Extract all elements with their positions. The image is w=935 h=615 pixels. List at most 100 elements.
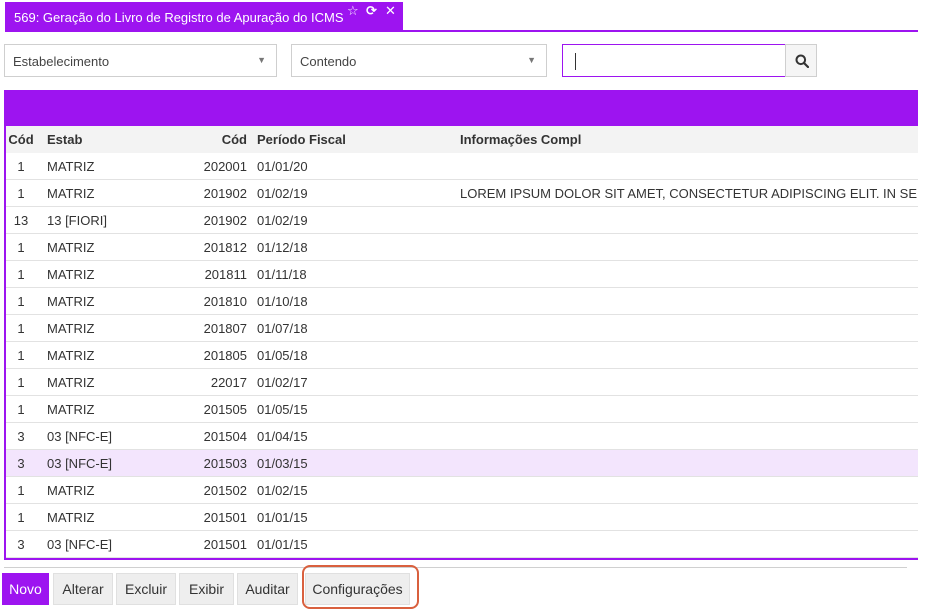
table-row[interactable]: 1 MATRIZ 201805 01/05/18 — [6, 342, 918, 369]
auditar-button[interactable]: Auditar — [237, 573, 298, 605]
chevron-down-icon: ▼ — [257, 55, 266, 65]
row-periodo-fiscal: 01/05/15 — [257, 402, 308, 417]
row-cod-periodo: 201812 — [203, 240, 247, 255]
row-periodo-fiscal: 01/12/18 — [257, 240, 308, 255]
row-cod: 3 — [17, 429, 25, 444]
row-periodo-fiscal: 01/10/18 — [257, 294, 308, 309]
row-periodo-fiscal: 01/03/15 — [257, 456, 308, 471]
text-cursor — [575, 53, 576, 70]
row-periodo-fiscal: 01/01/15 — [257, 537, 308, 552]
table-row[interactable]: 1 MATRIZ 201505 01/05/15 — [6, 396, 918, 423]
row-cod: 1 — [17, 294, 25, 309]
row-periodo-fiscal: 01/02/19 — [257, 213, 308, 228]
field-select-value: Estabelecimento — [13, 54, 110, 69]
favorite-star-icon[interactable]: ☆ — [347, 3, 359, 19]
row-estab: MATRIZ — [47, 186, 95, 201]
row-cod-periodo: 201810 — [203, 294, 247, 309]
table-row[interactable]: 1 MATRIZ 201807 01/07/18 — [6, 315, 918, 342]
novo-button[interactable]: Novo — [2, 573, 49, 605]
row-cod: 1 — [17, 159, 25, 174]
close-icon[interactable]: ✕ — [385, 3, 396, 19]
row-cod: 1 — [17, 186, 25, 201]
table-row[interactable]: 3 03 [NFC-E] 201503 01/03/15 — [6, 450, 918, 477]
row-cod: 1 — [17, 510, 25, 525]
col-header-informacoes[interactable]: Informações Compl — [460, 132, 581, 147]
grid-toolbar-band — [6, 90, 918, 126]
table-row[interactable]: 1 MATRIZ 202001 01/01/20 — [6, 153, 918, 180]
row-cod-periodo: 201503 — [203, 456, 247, 471]
row-cod: 3 — [17, 537, 25, 552]
row-periodo-fiscal: 01/04/15 — [257, 429, 308, 444]
search-icon — [795, 54, 809, 68]
table-row[interactable]: 1 MATRIZ 201811 01/11/18 — [6, 261, 918, 288]
search-button[interactable] — [785, 44, 817, 77]
table-row[interactable]: 1 MATRIZ 201501 01/01/15 — [6, 504, 918, 531]
row-cod: 3 — [17, 456, 25, 471]
chevron-down-icon: ▼ — [527, 55, 536, 65]
row-informacoes: LOREM IPSUM DOLOR SIT AMET, CONSECTETUR … — [460, 186, 918, 201]
records-grid: Cód Estab Cód Período Fiscal Informações… — [4, 90, 918, 560]
table-row[interactable]: 3 03 [NFC-E] 201501 01/01/15 — [6, 531, 918, 558]
col-header-cod-periodo[interactable]: Cód — [186, 132, 247, 147]
row-cod: 1 — [17, 240, 25, 255]
row-cod-periodo: 22017 — [210, 375, 247, 390]
row-estab: MATRIZ — [47, 402, 95, 417]
row-estab: MATRIZ — [47, 240, 95, 255]
table-row[interactable]: 1 MATRIZ 201502 01/02/15 — [6, 477, 918, 504]
row-cod: 1 — [17, 348, 25, 363]
exibir-button[interactable]: Exibir — [179, 573, 234, 605]
row-estab: MATRIZ — [47, 375, 95, 390]
operator-select-value: Contendo — [300, 54, 357, 69]
table-row[interactable]: 3 03 [NFC-E] 201504 01/04/15 — [6, 423, 918, 450]
row-cod-periodo: 202001 — [203, 159, 247, 174]
row-periodo-fiscal: 01/11/18 — [257, 267, 307, 282]
refresh-icon[interactable]: ⟳ — [366, 3, 377, 19]
row-cod: 1 — [17, 267, 25, 282]
row-periodo-fiscal: 01/05/18 — [257, 348, 308, 363]
row-estab: 03 [NFC-E] — [47, 537, 113, 552]
row-cod-periodo: 201502 — [203, 483, 247, 498]
row-estab: 03 [NFC-E] — [47, 456, 113, 471]
table-row[interactable]: 1 MATRIZ 201810 01/10/18 — [6, 288, 918, 315]
alterar-button[interactable]: Alterar — [53, 573, 113, 605]
row-periodo-fiscal: 01/07/18 — [257, 321, 308, 336]
row-cod-periodo: 201501 — [203, 537, 247, 552]
row-estab: 13 [FIORI] — [47, 213, 107, 228]
row-estab: 03 [NFC-E] — [47, 429, 113, 444]
row-periodo-fiscal: 01/02/19 — [257, 186, 308, 201]
row-estab: MATRIZ — [47, 267, 95, 282]
row-cod-periodo: 201902 — [203, 213, 247, 228]
row-periodo-fiscal: 01/01/20 — [257, 159, 308, 174]
row-estab: MATRIZ — [47, 348, 95, 363]
row-cod: 13 — [13, 213, 29, 228]
row-cod: 1 — [17, 321, 25, 336]
operator-select[interactable]: Contendo ▼ — [291, 44, 547, 77]
row-cod-periodo: 201501 — [203, 510, 247, 525]
row-cod-periodo: 201504 — [203, 429, 247, 444]
table-row[interactable]: 1 MATRIZ 201902 01/02/19 LOREM IPSUM DOLOR S… — [6, 180, 918, 207]
row-estab: MATRIZ — [47, 294, 95, 309]
row-estab: MATRIZ — [47, 159, 95, 174]
table-row[interactable]: 1 MATRIZ 201812 01/12/18 — [6, 234, 918, 261]
table-row[interactable]: 13 13 [FIORI] 201902 01/02/19 — [6, 207, 918, 234]
col-header-periodo-fiscal[interactable]: Período Fiscal — [257, 132, 346, 147]
row-estab: MATRIZ — [47, 510, 95, 525]
row-cod: 1 — [17, 483, 25, 498]
row-cod-periodo: 201811 — [204, 267, 247, 282]
grid-body: 1 MATRIZ 202001 01/01/20 1 MATRIZ 201902 01/02/… — [6, 153, 918, 558]
table-row[interactable]: 1 MATRIZ 22017 01/02/17 — [6, 369, 918, 396]
field-select[interactable]: Estabelecimento ▼ — [4, 44, 277, 77]
col-header-estab[interactable]: Estab — [47, 132, 82, 147]
search-input[interactable] — [562, 44, 786, 77]
excluir-button[interactable]: Excluir — [116, 573, 176, 605]
window-tab[interactable]: 569: Geração do Livro de Registro de Apu… — [5, 2, 403, 31]
row-cod-periodo: 201505 — [203, 402, 247, 417]
row-cod: 1 — [17, 375, 25, 390]
col-header-cod[interactable]: Cód — [6, 132, 36, 147]
row-periodo-fiscal: 01/01/15 — [257, 510, 308, 525]
row-estab: MATRIZ — [47, 483, 95, 498]
grid-header: Cód Estab Cód Período Fiscal Informações… — [6, 126, 918, 153]
row-periodo-fiscal: 01/02/15 — [257, 483, 308, 498]
row-cod: 1 — [17, 402, 25, 417]
tab-underline — [5, 30, 918, 32]
